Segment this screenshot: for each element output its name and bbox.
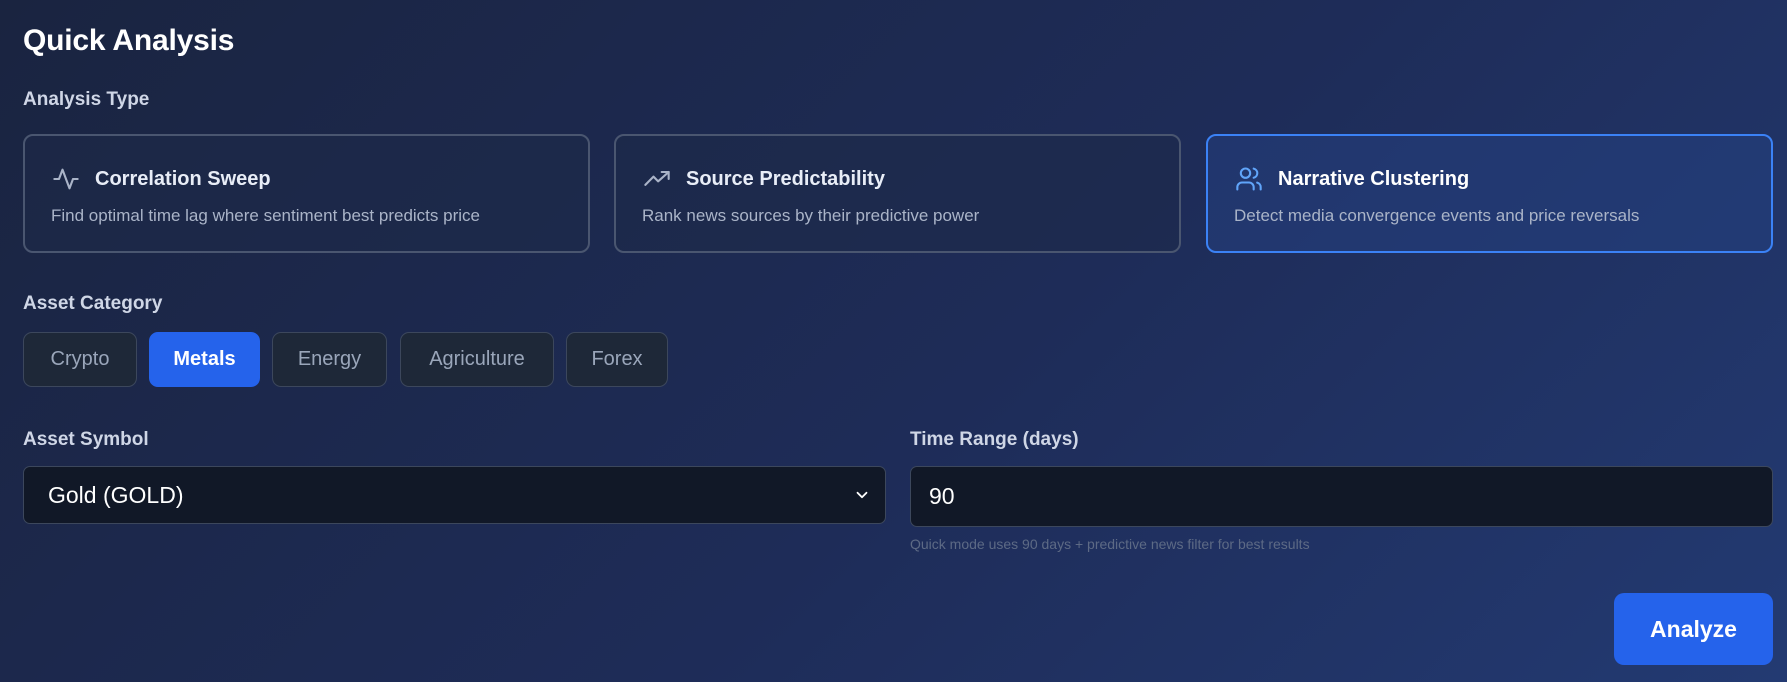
analysis-card-narrative-clustering[interactable]: Narrative Clustering Detect media conver… (1206, 134, 1773, 253)
analysis-card-description: Rank news sources by their predictive po… (642, 206, 980, 225)
category-chip-agriculture[interactable]: Agriculture (400, 332, 554, 387)
page-title: Quick Analysis (23, 24, 235, 57)
asset-symbol-select[interactable]: Gold (GOLD) (23, 466, 886, 524)
trending-up-icon (642, 164, 672, 194)
activity-pulse-icon (51, 164, 81, 194)
time-range-label: Time Range (days) (910, 429, 1079, 450)
analysis-card-title: Correlation Sweep (95, 167, 271, 190)
analyze-button[interactable]: Analyze (1614, 593, 1773, 665)
chevron-down-icon (856, 491, 868, 499)
analysis-card-title: Narrative Clustering (1278, 167, 1470, 190)
asset-symbol-value: Gold (GOLD) (48, 481, 184, 508)
category-chip-forex[interactable]: Forex (566, 332, 668, 387)
analysis-type-label: Analysis Type (23, 89, 150, 110)
time-range-input[interactable]: 90 (910, 466, 1773, 527)
category-chip-metals[interactable]: Metals (149, 332, 260, 387)
category-chip-crypto[interactable]: Crypto (23, 332, 137, 387)
analysis-card-title: Source Predictability (686, 167, 885, 190)
quick-analysis-panel: Quick Analysis Analysis Type Correlation… (23, 0, 1773, 682)
asset-symbol-label: Asset Symbol (23, 429, 149, 450)
analysis-card-description: Find optimal time lag where sentiment be… (51, 206, 480, 225)
time-range-value: 90 (929, 483, 955, 509)
asset-category-label: Asset Category (23, 293, 163, 314)
category-chip-energy[interactable]: Energy (272, 332, 387, 387)
users-icon (1234, 164, 1264, 194)
analysis-card-correlation-sweep[interactable]: Correlation Sweep Find optimal time lag … (23, 134, 590, 253)
analysis-card-description: Detect media convergence events and pric… (1234, 206, 1640, 225)
time-range-hint: Quick mode uses 90 days + predictive new… (910, 536, 1310, 552)
analysis-card-source-predictability[interactable]: Source Predictability Rank news sources … (614, 134, 1181, 253)
